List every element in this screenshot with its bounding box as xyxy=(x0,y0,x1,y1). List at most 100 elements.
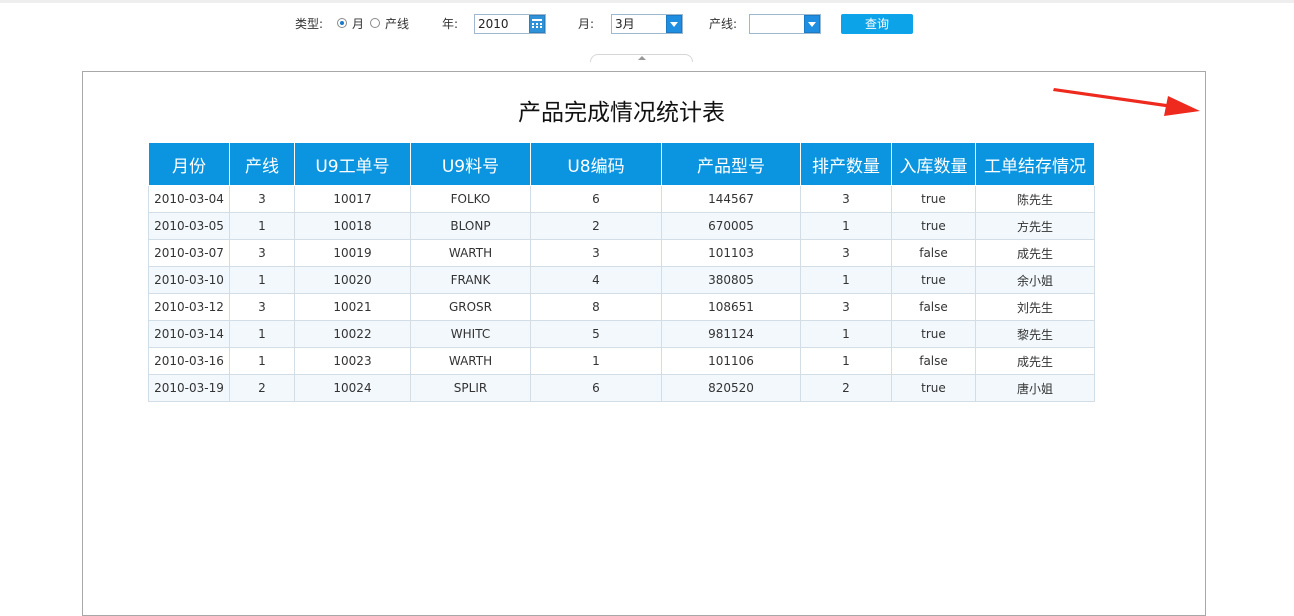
table-cell: WHITC xyxy=(410,320,531,348)
table-cell: 2010-03-16 xyxy=(148,347,230,375)
table-cell: 2010-03-14 xyxy=(148,320,230,348)
table-cell: 3 xyxy=(800,293,892,321)
top-border xyxy=(0,0,1294,3)
table-cell: 3 xyxy=(800,239,892,267)
table-cell: 380805 xyxy=(661,266,801,294)
table-cell: 3 xyxy=(530,239,662,267)
table-row: 2010-03-19 2 10024 SPLIR 6 820520 2 true 唐小姐 xyxy=(148,374,1095,402)
table-cell: WARTH xyxy=(410,347,531,375)
query-button[interactable]: 查询 xyxy=(841,14,913,34)
table-cell: BLONP xyxy=(410,212,531,240)
table-cell: 144567 xyxy=(661,185,801,213)
table-cell: 10022 xyxy=(294,320,411,348)
table-cell: 2010-03-12 xyxy=(148,293,230,321)
table-row: 2010-03-10 1 10020 FRANK 4 380805 1 true 余小姐 xyxy=(148,266,1095,294)
table-row: 2010-03-07 3 10019 WARTH 3 101103 3 false 成先生 xyxy=(148,239,1095,267)
table-cell: WARTH xyxy=(410,239,531,267)
red-arrow-icon xyxy=(1053,88,1200,116)
column-header: U8编码 xyxy=(530,142,662,186)
table-cell: 101103 xyxy=(661,239,801,267)
table-cell: true xyxy=(891,320,976,348)
table-cell: 唐小姐 xyxy=(975,374,1095,402)
chevron-down-icon[interactable] xyxy=(666,15,682,33)
table-cell: 10020 xyxy=(294,266,411,294)
calendar-icon[interactable] xyxy=(529,15,545,33)
table-cell: SPLIR xyxy=(410,374,531,402)
table-cell: 1 xyxy=(800,347,892,375)
table-cell: 101106 xyxy=(661,347,801,375)
table-cell: 3 xyxy=(229,239,295,267)
table-cell: FOLKO xyxy=(410,185,531,213)
table-cell: 6 xyxy=(530,185,662,213)
table-cell: 1 xyxy=(530,347,662,375)
table-cell: 1 xyxy=(800,212,892,240)
table-cell: 2 xyxy=(530,212,662,240)
production-line-label: 产线: xyxy=(709,17,738,31)
table-cell: FRANK xyxy=(410,266,531,294)
table-cell: true xyxy=(891,266,976,294)
table-cell: 2010-03-10 xyxy=(148,266,230,294)
table-cell: 10021 xyxy=(294,293,411,321)
column-header: 月份 xyxy=(148,142,230,186)
table-cell: 8 xyxy=(530,293,662,321)
table-cell: 2010-03-04 xyxy=(148,185,230,213)
table-cell: 108651 xyxy=(661,293,801,321)
collapse-toolbar-handle[interactable] xyxy=(590,54,693,62)
table-cell: 1 xyxy=(800,266,892,294)
table-cell: 10017 xyxy=(294,185,411,213)
type-label: 类型: xyxy=(295,17,324,31)
table-cell: false xyxy=(891,239,976,267)
radio-production-line-label[interactable]: 产线 xyxy=(385,16,409,32)
radio-month-label[interactable]: 月 xyxy=(352,16,364,32)
table-cell: 2 xyxy=(800,374,892,402)
radio-month[interactable] xyxy=(337,18,347,28)
table-cell: 3 xyxy=(229,185,295,213)
column-header: 工单结存情况 xyxy=(975,142,1095,186)
table-row: 2010-03-12 3 10021 GROSR 8 108651 3 false 刘先生 xyxy=(148,293,1095,321)
month-label: 月: xyxy=(578,17,595,31)
table-cell: 6 xyxy=(530,374,662,402)
table-cell: false xyxy=(891,293,976,321)
column-header: U9工单号 xyxy=(294,142,411,186)
table-cell: 3 xyxy=(229,293,295,321)
table-row: 2010-03-16 1 10023 WARTH 1 101106 1 false 成先生 xyxy=(148,347,1095,375)
table-cell: 4 xyxy=(530,266,662,294)
table-header-row: 月份 产线 U9工单号 U9料号 U8编码 产品型号 排产数量 入库数量 工单结… xyxy=(148,142,1095,186)
table-row: 2010-03-04 3 10017 FOLKO 6 144567 3 true 陈先生 xyxy=(148,185,1095,213)
table-cell: 670005 xyxy=(661,212,801,240)
table-cell: true xyxy=(891,185,976,213)
table-cell: 余小姐 xyxy=(975,266,1095,294)
table-row: 2010-03-05 1 10018 BLONP 2 670005 1 true 方先生 xyxy=(148,212,1095,240)
table-cell: 10023 xyxy=(294,347,411,375)
column-header: 产品型号 xyxy=(661,142,801,186)
chevron-down-icon[interactable] xyxy=(804,15,820,33)
radio-production-line[interactable] xyxy=(370,18,380,28)
query-toolbar: 类型: 月 产线 年: 2010 月: 3月 产线: 查询 xyxy=(0,12,1294,36)
table-cell: 1 xyxy=(229,266,295,294)
column-header: 产线 xyxy=(229,142,295,186)
table-cell: 1 xyxy=(800,320,892,348)
table-cell: 5 xyxy=(530,320,662,348)
table-cell: 黎先生 xyxy=(975,320,1095,348)
table-cell: 1 xyxy=(229,320,295,348)
table-cell: 3 xyxy=(800,185,892,213)
year-label: 年: xyxy=(442,17,459,31)
table-row: 2010-03-14 1 10022 WHITC 5 981124 1 true 黎先生 xyxy=(148,320,1095,348)
table-cell: 2010-03-19 xyxy=(148,374,230,402)
table-cell: 10024 xyxy=(294,374,411,402)
table-cell: 方先生 xyxy=(975,212,1095,240)
table-cell: 2 xyxy=(229,374,295,402)
table-cell: 成先生 xyxy=(975,347,1095,375)
table-cell: 刘先生 xyxy=(975,293,1095,321)
table-cell: 陈先生 xyxy=(975,185,1095,213)
table-cell: 1 xyxy=(229,347,295,375)
column-header: U9料号 xyxy=(410,142,531,186)
column-header: 排产数量 xyxy=(800,142,892,186)
table-cell: false xyxy=(891,347,976,375)
table-cell: 820520 xyxy=(661,374,801,402)
table-cell: 2010-03-07 xyxy=(148,239,230,267)
table-cell: 10018 xyxy=(294,212,411,240)
table-cell: GROSR xyxy=(410,293,531,321)
column-header: 入库数量 xyxy=(891,142,976,186)
table-cell: 981124 xyxy=(661,320,801,348)
